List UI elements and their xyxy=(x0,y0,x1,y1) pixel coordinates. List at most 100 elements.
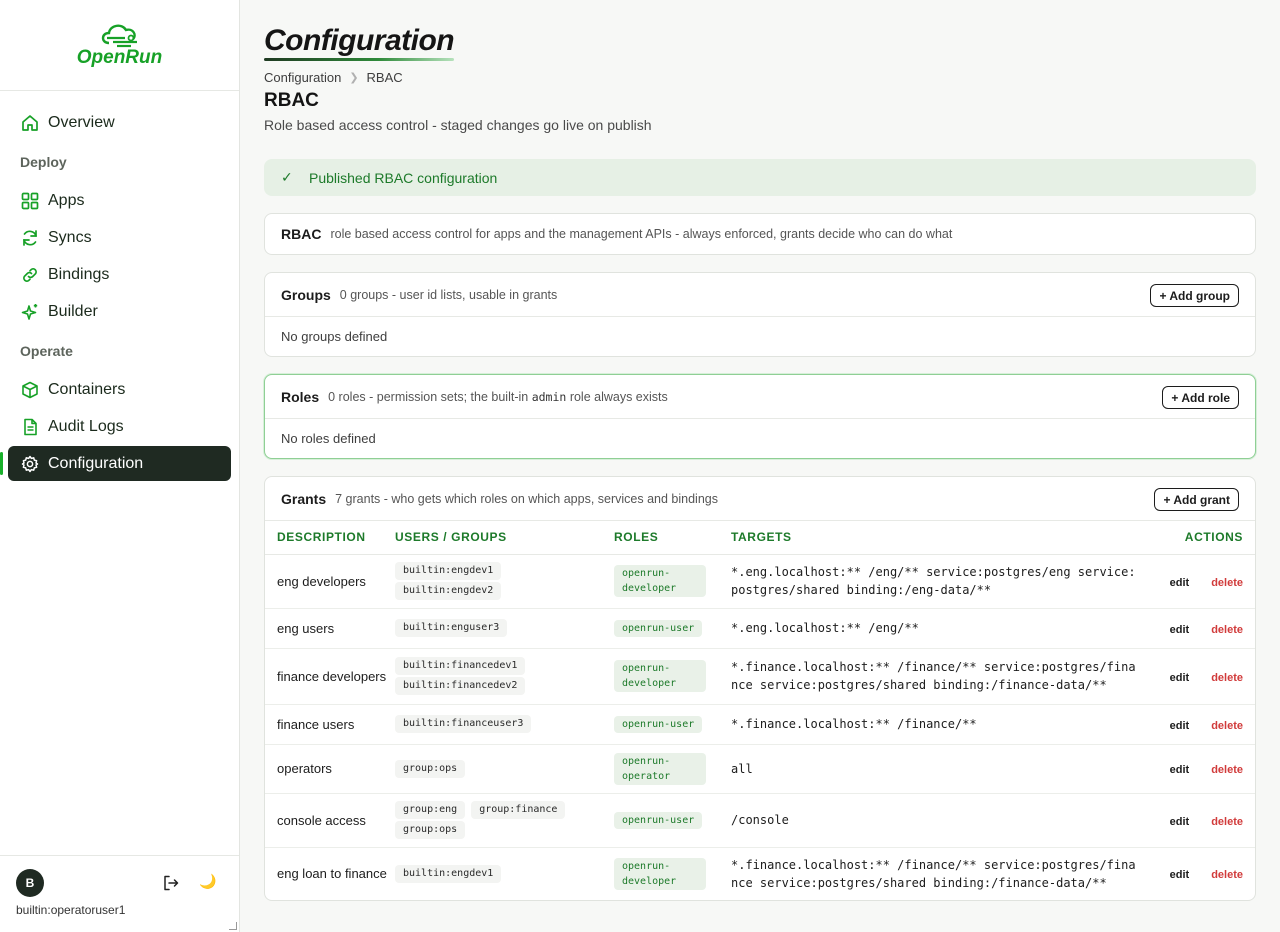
roles-card-title: Roles xyxy=(281,388,320,405)
roles-card: Roles 0 roles - permission sets; the bui… xyxy=(264,374,1256,459)
user-chip: builtin:financeuser3 xyxy=(395,715,532,733)
grant-description: operators xyxy=(265,744,395,794)
logout-icon[interactable] xyxy=(162,874,180,892)
grant-targets: *.eng.localhost:** /eng/** service:postg… xyxy=(731,554,1161,609)
chevron-right-icon: ❯ xyxy=(349,72,359,84)
role-chip: openrun-user xyxy=(614,716,703,733)
add-role-button[interactable]: + Add role xyxy=(1162,386,1239,409)
table-row: console access group:eng group:finance grou… xyxy=(265,793,1255,848)
sidebar-item-builder[interactable]: Builder xyxy=(8,294,231,329)
grant-users: builtin:financedev1 builtin:financedev2 xyxy=(395,648,614,705)
delete-button[interactable]: delete xyxy=(1211,764,1243,776)
sidebar-item-apps[interactable]: Apps xyxy=(8,183,231,218)
grant-users: builtin:engdev1 builtin:engdev2 xyxy=(395,554,614,609)
role-chip: openrun-user xyxy=(614,812,703,829)
edit-button[interactable]: edit xyxy=(1170,672,1190,684)
rbac-card: RBAC role based access control for apps … xyxy=(264,213,1256,255)
delete-button[interactable]: delete xyxy=(1211,577,1243,589)
grants-table-body: eng developers builtin:engdev1 builtin:eng… xyxy=(265,554,1255,900)
breadcrumb: Configuration ❯ RBAC xyxy=(264,70,1256,85)
user-chip: builtin:engdev1 xyxy=(395,864,502,883)
document-icon xyxy=(20,417,40,437)
add-grant-button[interactable]: + Add grant xyxy=(1154,488,1239,511)
sidebar-item-audit-logs[interactable]: Audit Logs xyxy=(8,409,231,444)
page-title: Configuration xyxy=(264,24,455,57)
grant-users: group:ops xyxy=(395,744,614,794)
edit-button[interactable]: edit xyxy=(1170,720,1190,732)
main-content: Configuration Configuration ❯ RBAC RBAC … xyxy=(264,0,1256,901)
grant-description: eng users xyxy=(265,608,395,649)
grants-card-header: Grants 7 grants - who gets which roles o… xyxy=(265,477,1255,521)
table-row: operators group:ops openrun-operator all edi… xyxy=(265,744,1255,794)
home-icon xyxy=(20,113,40,133)
grant-description: eng loan to finance xyxy=(277,866,387,882)
sidebar-item-configuration[interactable]: Configuration xyxy=(0,446,231,481)
delete-button[interactable]: delete xyxy=(1211,672,1243,684)
section-title: RBAC xyxy=(264,90,319,111)
nav-section-deploy: Deploy xyxy=(20,154,67,170)
brand-logo[interactable]: OpenRun xyxy=(0,0,239,91)
grants-card-description: 7 grants - who gets which roles on which… xyxy=(335,491,718,506)
rbac-card-description: role based access control for apps and t… xyxy=(330,227,953,241)
sidebar-item-label: Configuration xyxy=(48,454,144,472)
edit-button[interactable]: edit xyxy=(1170,764,1190,776)
sidebar-item-bindings[interactable]: Bindings xyxy=(8,257,231,292)
role-chip: openrun-developer xyxy=(614,565,706,597)
grant-roles: openrun-operator xyxy=(614,744,731,794)
grant-roles: openrun-user xyxy=(614,704,731,745)
grant-actions: edit delete xyxy=(1161,793,1255,848)
grant-roles: openrun-developer xyxy=(614,648,731,705)
grid-icon xyxy=(20,191,40,211)
roles-empty-message: No roles defined xyxy=(281,431,376,446)
groups-card-header: Groups 0 groups - user id lists, usable … xyxy=(265,273,1255,317)
roles-desc-post: role always exists xyxy=(569,389,668,404)
user-chip: builtin:engdev2 xyxy=(395,582,502,600)
delete-button[interactable]: delete xyxy=(1211,624,1243,636)
sidebar-nav: Overview Deploy Apps Syncs Bindings Buil… xyxy=(0,91,239,481)
grants-card-title: Grants xyxy=(281,490,327,507)
roles-card-description: 0 roles - permission sets; the built-in … xyxy=(328,390,668,404)
alert-message: Published RBAC configuration xyxy=(309,169,498,186)
breadcrumb-configuration[interactable]: Configuration xyxy=(264,70,341,85)
edit-button[interactable]: edit xyxy=(1170,577,1190,589)
grant-roles: openrun-user xyxy=(614,608,731,649)
resize-handle[interactable] xyxy=(229,922,237,930)
grant-users: group:eng group:finance group:ops xyxy=(395,793,614,848)
add-group-button[interactable]: + Add group xyxy=(1150,284,1239,307)
grant-actions: edit delete xyxy=(1161,648,1255,705)
table-row: finance developers builtin:financedev1 bui… xyxy=(265,648,1255,705)
grant-users: builtin:financeuser3 xyxy=(395,704,614,745)
role-chip: openrun-developer xyxy=(614,660,706,692)
column-header-description: DESCRIPTION xyxy=(265,521,395,555)
grant-targets: *.finance.localhost:** /finance/** servi… xyxy=(731,857,1136,890)
rbac-card-title: RBAC xyxy=(281,226,322,242)
delete-button[interactable]: delete xyxy=(1211,816,1243,828)
grant-targets: all xyxy=(731,744,1161,794)
moon-icon[interactable]: 🌙 xyxy=(199,873,216,890)
edit-button[interactable]: edit xyxy=(1170,624,1190,636)
sidebar-item-label: Containers xyxy=(48,380,126,398)
grants-table: DESCRIPTION USERS / GROUPS ROLES TARGETS… xyxy=(265,521,1255,900)
groups-card-description: 0 groups - user id lists, usable in gran… xyxy=(339,287,558,302)
delete-button[interactable]: delete xyxy=(1211,869,1243,881)
table-row: eng loan to finance builtin:engdev1 openru… xyxy=(265,847,1255,900)
avatar[interactable]: B xyxy=(16,869,44,897)
grant-targets: *.eng.localhost:** /eng/** xyxy=(731,608,1161,649)
title-underline xyxy=(264,58,454,61)
breadcrumb-rbac: RBAC xyxy=(366,70,403,85)
sidebar-item-overview[interactable]: Overview xyxy=(8,105,231,140)
delete-button[interactable]: delete xyxy=(1211,720,1243,732)
sidebar-item-syncs[interactable]: Syncs xyxy=(8,220,231,255)
edit-button[interactable]: edit xyxy=(1170,816,1190,828)
username: builtin:operatoruser1 xyxy=(16,903,126,917)
grant-actions: edit delete xyxy=(1161,744,1255,794)
edit-button[interactable]: edit xyxy=(1170,869,1190,881)
grant-targets: *.finance.localhost:** /finance/** servi… xyxy=(731,648,1161,705)
groups-empty-message: No groups defined xyxy=(281,329,388,344)
grant-roles: openrun-developer xyxy=(614,554,731,609)
sidebar-footer: B 🌙 builtin:operatoruser1 xyxy=(0,855,239,932)
grant-actions: edit delete xyxy=(1161,554,1255,609)
user-chip: builtin:engdev1 xyxy=(395,562,502,580)
sidebar-item-containers[interactable]: Containers xyxy=(8,372,231,407)
table-row: eng users builtin:enguser3 openrun-user *.e… xyxy=(265,608,1255,649)
